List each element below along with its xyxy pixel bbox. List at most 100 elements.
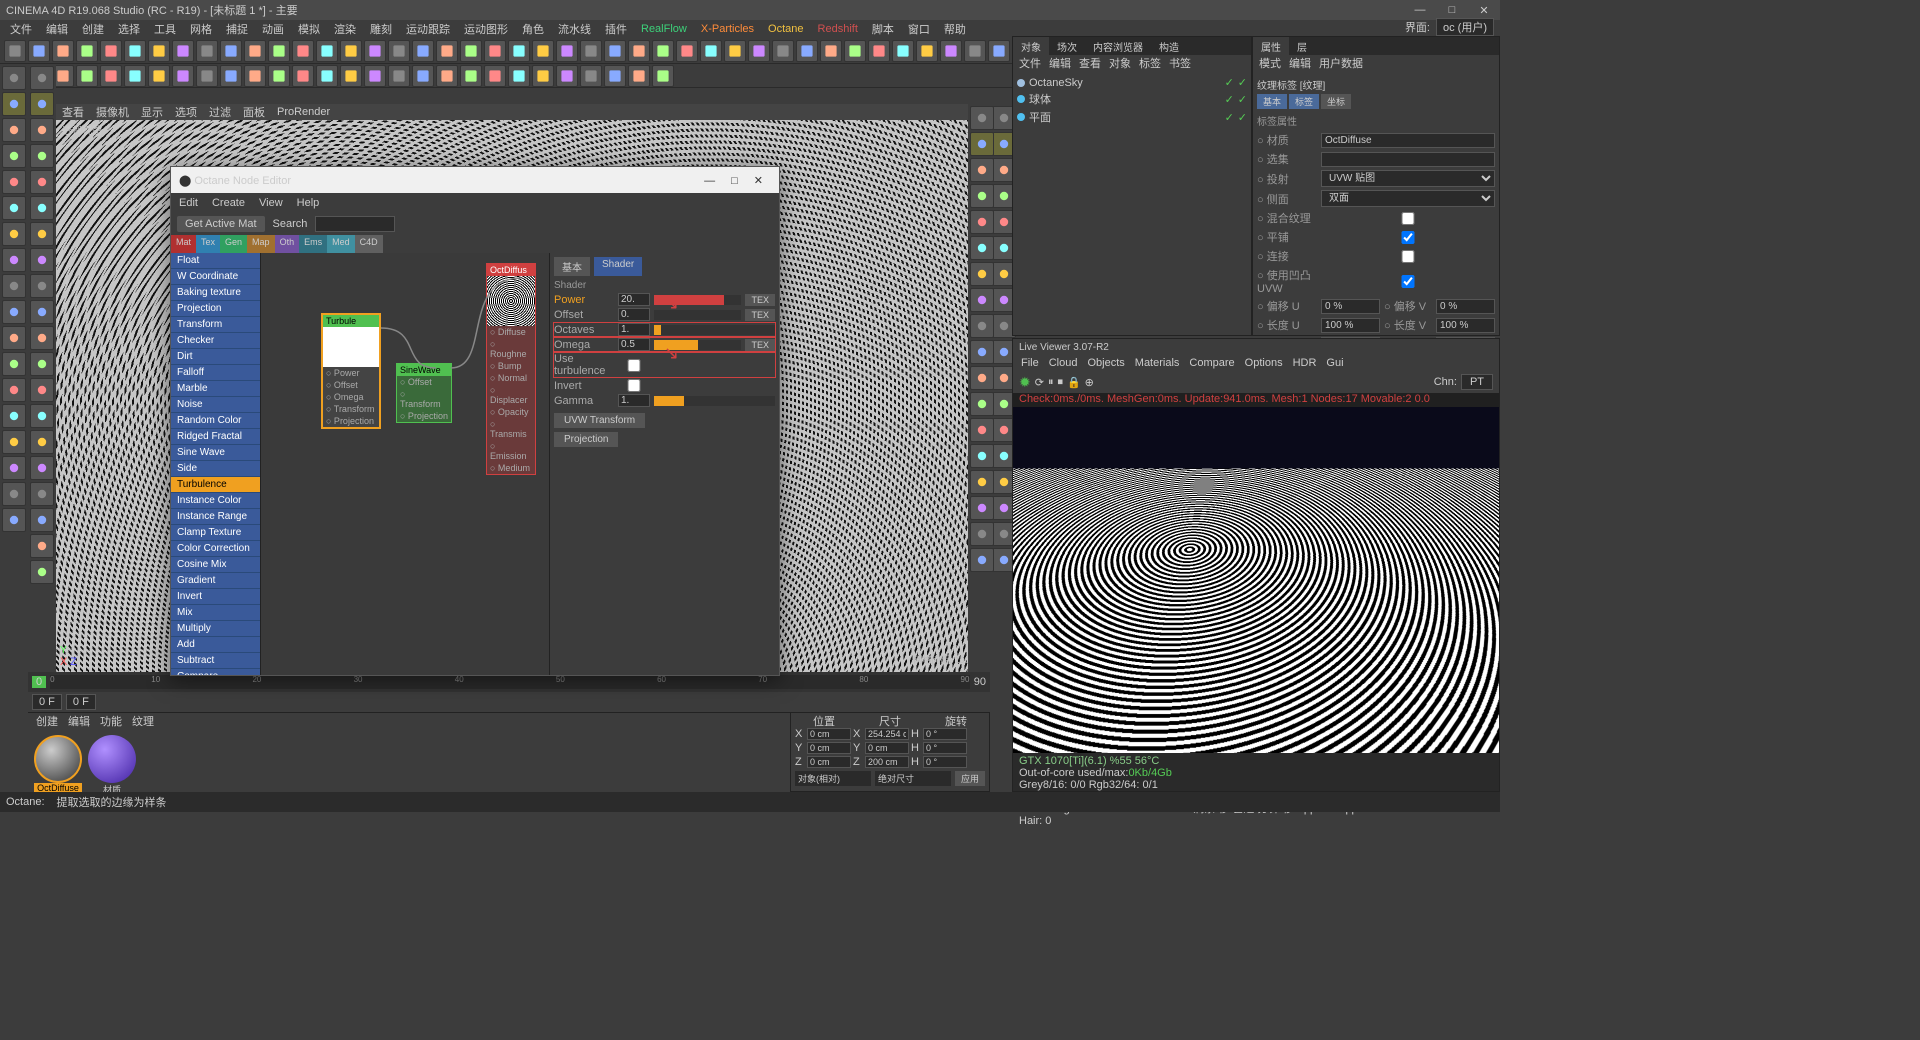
material-ball-1[interactable] xyxy=(34,735,82,783)
node-list-item[interactable]: Side xyxy=(171,461,260,477)
toolbar-button[interactable] xyxy=(220,40,242,62)
tl-start[interactable]: 0 xyxy=(32,676,46,688)
power-slider[interactable] xyxy=(654,295,741,305)
viewport-menu-item[interactable]: 显示 xyxy=(141,104,163,120)
node-port[interactable]: ○ Normal xyxy=(487,372,535,384)
node-list-item[interactable]: Color Correction xyxy=(171,541,260,557)
material-ball-2[interactable] xyxy=(88,735,136,783)
toolbar-button[interactable] xyxy=(820,40,842,62)
live-render-view[interactable] xyxy=(1013,407,1499,753)
toolbar-button[interactable] xyxy=(100,65,122,87)
toolbar-button[interactable] xyxy=(484,65,506,87)
node-octdiffuse[interactable]: OctDiffus ○ Diffuse○ Roughne○ Bump○ Norm… xyxy=(486,263,536,475)
toolbar-button[interactable] xyxy=(364,40,386,62)
omega-slider[interactable] xyxy=(654,340,741,350)
menu-item[interactable]: 动画 xyxy=(256,19,290,39)
octane-node-list[interactable]: FloatW CoordinateBaking textureProjectio… xyxy=(171,253,261,675)
rail-button[interactable] xyxy=(30,560,54,584)
rail-button[interactable] xyxy=(970,366,994,390)
node-sinewave[interactable]: SineWave ○ Offset○ Transform○ Projection xyxy=(396,363,452,423)
toolbar-button[interactable] xyxy=(292,40,314,62)
rail-button[interactable] xyxy=(2,482,26,506)
toolbar-button[interactable] xyxy=(388,65,410,87)
toolbar-button[interactable] xyxy=(436,65,458,87)
stop-icon[interactable]: ⏹ xyxy=(1057,376,1063,389)
rail-button[interactable] xyxy=(970,288,994,312)
rail-button[interactable] xyxy=(30,404,54,428)
node-list-item[interactable]: Noise xyxy=(171,397,260,413)
uvw-button[interactable]: UVW Transform xyxy=(554,413,645,428)
toolbar-button[interactable] xyxy=(148,65,170,87)
frame-cur[interactable]: 0 F xyxy=(66,694,96,710)
toolbar-button[interactable] xyxy=(412,40,434,62)
toolbar-button[interactable] xyxy=(268,40,290,62)
useturb-checkbox[interactable] xyxy=(618,359,650,372)
node-list-item[interactable]: Cosine Mix xyxy=(171,557,260,573)
menu-item[interactable]: 编辑 xyxy=(40,19,74,39)
toolbar-button[interactable] xyxy=(268,65,290,87)
menu-item[interactable]: RealFlow xyxy=(635,21,693,37)
node-turbulence[interactable]: Turbule ○ Power○ Offset○ Omega○ Transfor… xyxy=(321,313,381,429)
rail-button[interactable] xyxy=(30,222,54,246)
rail-button[interactable] xyxy=(970,106,994,130)
node-port[interactable]: ○ Bump xyxy=(487,360,535,372)
rail-button[interactable] xyxy=(30,144,54,168)
coord-mode-2[interactable]: 绝对尺寸 xyxy=(875,771,951,786)
rail-button[interactable] xyxy=(970,314,994,338)
menu-item[interactable]: 渲染 xyxy=(328,19,362,39)
rail-button[interactable] xyxy=(2,222,26,246)
node-list-item[interactable]: Ridged Fractal xyxy=(171,429,260,445)
gamma-slider[interactable] xyxy=(654,396,775,406)
menu-item[interactable]: Redshift xyxy=(812,21,864,37)
rail-button[interactable] xyxy=(2,352,26,376)
node-list-item[interactable]: Compare xyxy=(171,669,260,675)
coord-apply[interactable]: 应用 xyxy=(955,771,985,786)
coord-mode-1[interactable]: 对象(相对) xyxy=(795,771,871,786)
menu-item[interactable]: 工具 xyxy=(148,19,182,39)
node-port[interactable]: ○ Diffuse xyxy=(487,326,535,338)
rail-button[interactable] xyxy=(2,196,26,220)
node-list-item[interactable]: Dirt xyxy=(171,349,260,365)
tl-end[interactable]: 90 xyxy=(974,676,986,688)
rail-button[interactable] xyxy=(30,352,54,376)
toolbar-button[interactable] xyxy=(964,40,986,62)
toolbar-button[interactable] xyxy=(628,65,650,87)
layout-dropdown[interactable]: oc (用户) xyxy=(1436,18,1494,36)
close-button[interactable]: ✕ xyxy=(1474,4,1494,17)
toolbar-button[interactable] xyxy=(436,40,458,62)
object-tree-item[interactable]: OctaneSky✓✓ xyxy=(1017,75,1247,90)
toolbar-button[interactable] xyxy=(244,65,266,87)
rail-button[interactable] xyxy=(2,144,26,168)
menu-item[interactable]: 脚本 xyxy=(866,19,900,39)
rail-button[interactable] xyxy=(970,444,994,468)
toolbar-button[interactable] xyxy=(604,40,626,62)
rail-button[interactable] xyxy=(970,210,994,234)
pause-icon[interactable]: ⏸ xyxy=(1048,376,1054,389)
toolbar-button[interactable] xyxy=(412,65,434,87)
rail-button[interactable] xyxy=(2,248,26,272)
timeline-ruler[interactable]: 0102030405060708090 xyxy=(50,675,970,689)
oct-max[interactable]: □ xyxy=(723,175,746,187)
pick-icon[interactable]: ⊕ xyxy=(1085,376,1094,389)
node-list-item[interactable]: Subtract xyxy=(171,653,260,669)
toolbar-button[interactable] xyxy=(748,40,770,62)
rail-button[interactable] xyxy=(30,482,54,506)
menu-item[interactable]: 流水线 xyxy=(552,19,597,39)
toolbar-button[interactable] xyxy=(292,65,314,87)
rail-button[interactable] xyxy=(970,496,994,520)
viewport-menu-item[interactable]: 过滤 xyxy=(209,104,231,120)
toolbar-button[interactable] xyxy=(892,40,914,62)
toolbar-button[interactable] xyxy=(76,65,98,87)
node-list-item[interactable]: Transform xyxy=(171,317,260,333)
node-list-item[interactable]: Mix xyxy=(171,605,260,621)
rail-button[interactable] xyxy=(2,274,26,298)
power-input[interactable] xyxy=(618,293,650,306)
node-port[interactable]: ○ Projection xyxy=(323,415,379,427)
rail-button[interactable] xyxy=(2,118,26,142)
toolbar-button[interactable] xyxy=(340,65,362,87)
gamma-input[interactable] xyxy=(618,394,650,407)
toolbar-button[interactable] xyxy=(556,65,578,87)
menu-item[interactable]: 运动图形 xyxy=(458,19,514,39)
toolbar-button[interactable] xyxy=(844,40,866,62)
menu-item[interactable]: 捕捉 xyxy=(220,19,254,39)
